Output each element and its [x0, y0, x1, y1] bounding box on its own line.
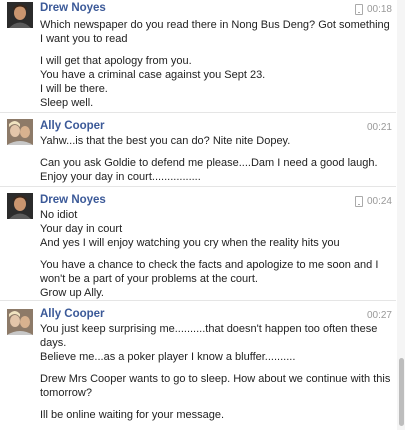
- message-time: 00:18: [354, 4, 392, 15]
- message-line: You have a criminal case against you Sep…: [40, 69, 266, 81]
- message-line: I will be there.: [40, 83, 108, 95]
- message-line: I want you to read: [40, 33, 128, 45]
- message-line: No idiot: [40, 209, 78, 221]
- message-line: I will get that apology from you.: [40, 55, 192, 67]
- sender-name[interactable]: Drew Noyes: [40, 194, 106, 206]
- message-time: 00:24: [354, 196, 392, 207]
- timestamp: 00:27: [366, 310, 392, 321]
- timestamp: 00:24: [366, 196, 392, 207]
- mobile-icon: [354, 4, 363, 15]
- message-line: Yahw...is that the best you can do? Nite…: [40, 135, 291, 147]
- message-group: Drew Noyes 00:18 Which newspaper do you …: [0, 0, 396, 112]
- message-line: Your day in court: [40, 223, 123, 235]
- drew-noyes-avatar[interactable]: [7, 193, 33, 219]
- message-line: Can you ask Goldie to defend me please..…: [40, 157, 378, 169]
- message-body: No idiot Your day in court And yes I wil…: [40, 208, 390, 300]
- sender-name[interactable]: Ally Cooper: [40, 120, 105, 132]
- message-time: 00:27: [367, 310, 392, 321]
- message-group: Ally Cooper 00:21 Yahw...is that the bes…: [0, 112, 396, 187]
- sender-name[interactable]: Ally Cooper: [40, 308, 105, 320]
- message-group: Ally Cooper 00:27 You just keep surprisi…: [0, 300, 396, 431]
- message-line: Believe me...as a poker player I know a …: [40, 351, 296, 363]
- timestamp: 00:21: [366, 122, 392, 133]
- ally-cooper-avatar[interactable]: [7, 119, 33, 145]
- message-body: Which newspaper do you read there in Non…: [40, 18, 390, 110]
- mobile-icon: [354, 196, 363, 207]
- message-line: Sleep well.: [40, 97, 94, 109]
- ally-cooper-avatar[interactable]: [7, 309, 33, 335]
- message-group: Drew Noyes 00:24 No idiot Your day in co…: [0, 186, 396, 301]
- message-time: 00:21: [367, 122, 392, 133]
- message-line: You have a chance to check the facts and…: [40, 259, 379, 271]
- message-line: And yes I will enjoy watching you cry wh…: [40, 237, 340, 249]
- message-body: You just keep surprising me..........tha…: [40, 322, 390, 422]
- drew-noyes-avatar[interactable]: [7, 2, 33, 28]
- message-line: Ill be online waiting for your message.: [40, 409, 225, 421]
- scrollbar-thumb[interactable]: [399, 358, 404, 426]
- scrollbar[interactable]: [397, 0, 405, 430]
- message-line: Enjoy your day in court................: [40, 171, 201, 183]
- message-line: Grow up Ally.: [40, 287, 104, 299]
- sender-name[interactable]: Drew Noyes: [40, 2, 106, 14]
- message-body: Yahw...is that the best you can do? Nite…: [40, 134, 390, 184]
- timestamp: 00:18: [366, 4, 392, 15]
- message-line: days.: [40, 337, 67, 349]
- message-line: Which newspaper do you read there in Non…: [40, 19, 390, 31]
- message-line: tomorrow?: [40, 387, 92, 399]
- message-line: won't be a part of your problems at the …: [40, 273, 258, 285]
- message-line: Drew Mrs Cooper wants to go to sleep. Ho…: [40, 373, 391, 385]
- message-line: You just keep surprising me..........tha…: [40, 323, 378, 335]
